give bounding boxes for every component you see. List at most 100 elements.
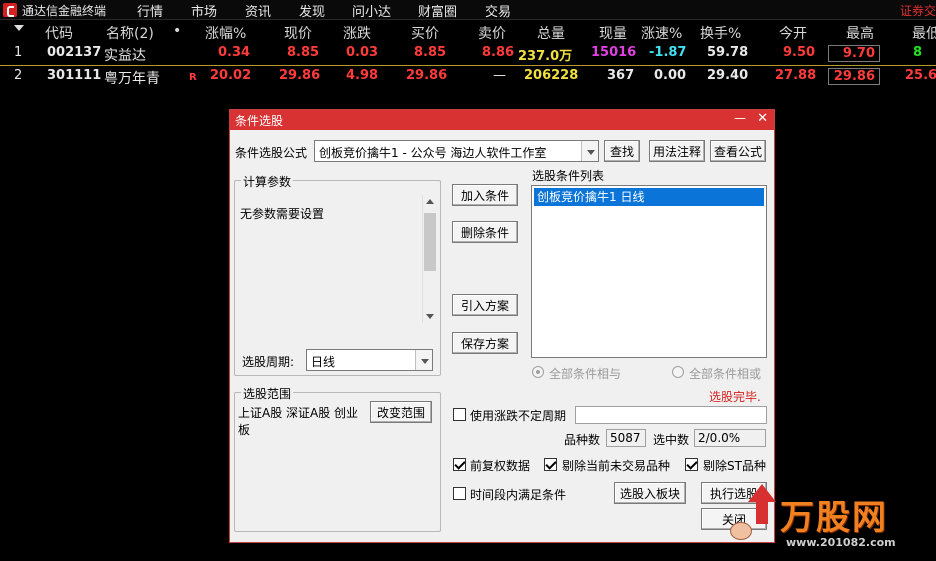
row-pct: 20.02: [210, 68, 252, 83]
row-turnover: 29.40: [707, 68, 749, 83]
view-formula-button[interactable]: 查看公式: [710, 140, 766, 162]
exclude-untraded-checkbox[interactable]: [544, 458, 557, 471]
row-index: 1: [14, 45, 23, 60]
row-cur-vol: 367: [607, 68, 635, 83]
row-ask: 8.86: [482, 45, 515, 60]
col-speed[interactable]: 涨速%: [641, 23, 682, 43]
add-to-block-button[interactable]: 选股入板块: [614, 482, 686, 504]
chevron-down-icon[interactable]: [415, 350, 432, 370]
import-scheme-button[interactable]: 引入方案: [452, 294, 518, 316]
col-volume[interactable]: 总量: [537, 23, 565, 43]
row-speed: 0.00: [654, 68, 687, 83]
uncertain-period-field[interactable]: [575, 406, 767, 424]
chevron-down-icon[interactable]: [581, 141, 598, 161]
watermark-url: www.201082.com: [786, 536, 896, 549]
scroll-down-icon[interactable]: [426, 314, 434, 319]
col-dot: •: [173, 23, 182, 39]
delete-condition-button[interactable]: 删除条件: [452, 221, 518, 243]
condition-screening-dialog: 条件选股 — ✕ 条件选股公式 创板竞价擒牛1 - 公众号 海边人软件工作室 查…: [229, 109, 775, 543]
row-ask: —: [493, 68, 506, 83]
row-index: 2: [14, 68, 23, 83]
row-code: 301111: [47, 68, 102, 83]
row-flag: R: [189, 72, 197, 83]
radio-and[interactable]: [532, 366, 544, 378]
prerights-label: 前复权数据: [470, 459, 531, 473]
formula-select-value: 创板竞价擒牛1 - 公众号 海边人软件工作室: [319, 146, 547, 160]
uncertain-period-checkbox[interactable]: [453, 408, 466, 421]
scroll-up-icon[interactable]: [426, 199, 434, 204]
radio-and-label: 全部条件相与: [549, 367, 622, 381]
col-high[interactable]: 最高: [846, 23, 874, 43]
table-row[interactable]: 1 002137 实益达 0.34 8.85 0.03 8.85 8.86 23…: [0, 43, 936, 65]
selected-label: 选中数: [653, 433, 690, 447]
app-name: 通达信金融终端: [22, 4, 107, 18]
radio-or-label: 全部条件相或: [689, 367, 762, 381]
menu-item-market[interactable]: 市场: [191, 1, 217, 20]
scroll-thumb[interactable]: [424, 213, 436, 271]
row-pct: 0.34: [218, 45, 251, 60]
col-pct[interactable]: 涨幅%: [205, 23, 246, 43]
formula-label: 条件选股公式: [235, 146, 308, 160]
row-name: 实益达: [104, 48, 146, 64]
col-cur-vol[interactable]: 现量: [599, 23, 627, 43]
selected-value: 2/0.0%: [694, 429, 766, 447]
prerights-checkbox[interactable]: [453, 458, 466, 471]
menu-item-wealth[interactable]: 财富圈: [418, 1, 457, 20]
mascot-icon: [730, 522, 752, 540]
row-speed: -1.87: [649, 45, 687, 60]
table-row[interactable]: 2 301111 粤万年青 R 20.02 29.86 4.98 29.86 —…: [0, 65, 936, 87]
status-text: 选股完毕.: [709, 390, 761, 404]
minimize-icon[interactable]: —: [734, 111, 746, 125]
close-icon[interactable]: ✕: [757, 111, 768, 126]
menu-bar: 通达信金融终端 行情 市场 资讯 发现 问小达 财富圈 交易 证券交: [0, 0, 936, 20]
calc-params-legend: 计算参数: [241, 173, 294, 190]
period-select[interactable]: 日线: [306, 349, 433, 371]
menu-item-assistant[interactable]: 问小达: [352, 1, 391, 20]
menu-item-discover[interactable]: 发现: [299, 1, 325, 20]
menu-item-trade[interactable]: 交易: [485, 1, 511, 20]
col-code[interactable]: 代码: [45, 23, 73, 43]
radio-or[interactable]: [672, 366, 684, 378]
row-high: 9.70: [828, 45, 880, 62]
list-item[interactable]: 创板竞价擒牛1 日线: [534, 188, 764, 206]
row-volume: 206228: [524, 68, 579, 83]
row-bid: 8.85: [414, 45, 447, 60]
dialog-titlebar[interactable]: 条件选股 — ✕: [230, 110, 774, 130]
params-scrollbar[interactable]: [422, 195, 436, 323]
col-open[interactable]: 今开: [779, 23, 807, 43]
usage-notes-button[interactable]: 用法注释: [649, 140, 705, 162]
row-high: 29.86: [828, 68, 880, 85]
row-bid: 29.86: [406, 68, 448, 83]
watermark-logo: 万股网 www.201082.com: [728, 484, 936, 561]
col-price[interactable]: 现价: [284, 23, 312, 43]
row-code: 002137: [47, 45, 102, 60]
broker-tag[interactable]: 证券交: [900, 2, 936, 19]
time-range-checkbox[interactable]: [453, 487, 466, 500]
col-change[interactable]: 涨跌: [343, 23, 371, 43]
find-button[interactable]: 查找: [604, 140, 640, 162]
save-scheme-button[interactable]: 保存方案: [452, 332, 518, 354]
row-open: 9.50: [783, 45, 816, 60]
dialog-title: 条件选股: [235, 114, 284, 128]
condition-list[interactable]: 创板竞价擒牛1 日线: [531, 185, 767, 358]
row-price: 8.85: [287, 45, 320, 60]
col-bid[interactable]: 买价: [411, 23, 439, 43]
change-range-button[interactable]: 改变范围: [370, 401, 432, 423]
sort-dropdown-icon[interactable]: [14, 25, 24, 31]
row-low: 8: [913, 45, 923, 60]
col-ask[interactable]: 卖价: [478, 23, 506, 43]
col-name[interactable]: 名称(2): [106, 23, 154, 43]
col-low[interactable]: 最低: [912, 23, 936, 43]
uncertain-period-label: 使用涨跌不定周期: [470, 409, 567, 423]
menu-item-quotes[interactable]: 行情: [137, 1, 163, 20]
row-volume: 237.0万: [518, 49, 573, 64]
calc-params-text: 无参数需要设置: [240, 207, 325, 221]
add-condition-button[interactable]: 加入条件: [452, 184, 518, 206]
col-turnover[interactable]: 换手%: [700, 23, 741, 43]
period-select-value: 日线: [311, 355, 336, 369]
formula-select[interactable]: 创板竞价擒牛1 - 公众号 海边人软件工作室: [314, 140, 599, 162]
exclude-st-checkbox[interactable]: [685, 458, 698, 471]
time-range-label: 时间段内满足条件: [470, 488, 567, 502]
row-price: 29.86: [279, 68, 321, 83]
menu-item-news[interactable]: 资讯: [245, 1, 271, 20]
